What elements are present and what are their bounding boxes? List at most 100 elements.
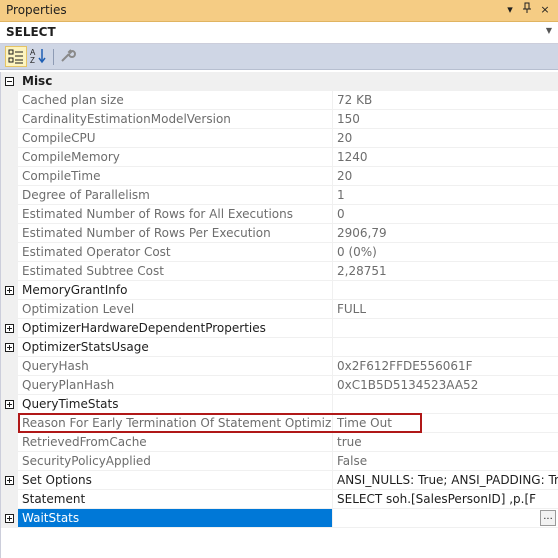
property-value[interactable]: 0 — [333, 205, 558, 224]
property-row[interactable]: Estimated Number of Rows Per Execution 29… — [1, 224, 558, 243]
property-value[interactable]: False — [333, 452, 558, 471]
property-value[interactable]: 150 — [333, 110, 558, 129]
property-value[interactable] — [333, 281, 558, 300]
window-titlebar: Properties ▾ × — [0, 0, 558, 22]
property-row[interactable]: CardinalityEstimationModelVersion 150 — [1, 110, 558, 129]
property-name[interactable]: RetrievedFromCache — [18, 433, 333, 452]
property-name[interactable]: MemoryGrantInfo — [18, 281, 333, 300]
property-value[interactable]: ANSI_NULLS: True; ANSI_PADDING: True; ..… — [333, 471, 558, 490]
property-value[interactable]: 0xC1B5D5134523AA52 — [333, 376, 558, 395]
pin-icon[interactable] — [520, 2, 534, 18]
window-title: Properties — [6, 3, 67, 17]
property-value[interactable]: 20 — [333, 167, 558, 186]
property-row[interactable]: CompileCPU 20 — [1, 129, 558, 148]
property-name[interactable]: QueryHash — [18, 357, 333, 376]
property-name[interactable]: WaitStats — [18, 509, 333, 528]
property-row[interactable]: Optimization Level FULL — [1, 300, 558, 319]
property-value[interactable]: 2,28751 — [333, 262, 558, 281]
property-name[interactable]: SecurityPolicyApplied — [18, 452, 333, 471]
property-name[interactable]: Reason For Early Termination Of Statemen… — [18, 414, 333, 433]
property-value[interactable]: 1240 — [333, 148, 558, 167]
expand-icon[interactable] — [5, 476, 14, 485]
property-name[interactable]: Set Options — [18, 471, 333, 490]
property-name[interactable]: Estimated Number of Rows for All Executi… — [18, 205, 333, 224]
property-name[interactable]: CompileCPU — [18, 129, 333, 148]
property-row[interactable]: SecurityPolicyApplied False — [1, 452, 558, 471]
property-row[interactable]: Cached plan size 72 KB — [1, 91, 558, 110]
properties-toolbar: A Z — [0, 44, 558, 70]
property-row[interactable]: Statement SELECT soh.[SalesPersonID] ,p.[… — [1, 490, 558, 509]
expand-icon[interactable] — [5, 343, 14, 352]
selected-object-label: SELECT — [6, 25, 56, 39]
close-icon[interactable]: × — [538, 2, 552, 18]
property-value[interactable] — [333, 395, 558, 414]
wrench-icon — [61, 49, 76, 62]
property-name[interactable]: Estimated Operator Cost — [18, 243, 333, 262]
property-value[interactable] — [333, 338, 558, 357]
property-value[interactable]: 72 KB — [333, 91, 558, 110]
alphabetical-icon: A Z — [30, 48, 46, 65]
property-name[interactable]: OptimizerHardwareDependentProperties — [18, 319, 333, 338]
expand-icon[interactable] — [5, 514, 14, 523]
property-name[interactable]: CompileTime — [18, 167, 333, 186]
chevron-down-icon[interactable]: ▼ — [546, 26, 552, 35]
ellipsis-button[interactable]: ... — [540, 510, 556, 526]
property-row[interactable]: CompileTime 20 — [1, 167, 558, 186]
property-row[interactable]: Estimated Number of Rows for All Executi… — [1, 205, 558, 224]
property-row[interactable]: RetrievedFromCache true — [1, 433, 558, 452]
property-value[interactable]: 1 — [333, 186, 558, 205]
row-gutter — [1, 452, 18, 471]
property-value[interactable] — [333, 319, 558, 338]
property-value[interactable]: true — [333, 433, 558, 452]
property-row[interactable]: WaitStats... — [1, 509, 558, 528]
property-row[interactable]: Set Options ANSI_NULLS: True; ANSI_PADDIN… — [1, 471, 558, 490]
property-row[interactable]: MemoryGrantInfo — [1, 281, 558, 300]
collapse-icon[interactable] — [5, 77, 14, 86]
property-name[interactable]: Degree of Parallelism — [18, 186, 333, 205]
property-value[interactable]: Time Out — [333, 414, 558, 433]
expand-icon[interactable] — [5, 286, 14, 295]
property-value[interactable]: 0 (0%) — [333, 243, 558, 262]
expand-icon[interactable] — [5, 400, 14, 409]
row-gutter — [1, 262, 18, 281]
expand-icon[interactable] — [5, 324, 14, 333]
property-row[interactable]: OptimizerStatsUsage — [1, 338, 558, 357]
property-grid: Misc Cached plan size 72 KB CardinalityEst… — [0, 72, 558, 558]
property-value[interactable]: SELECT soh.[SalesPersonID] ,p.[F — [333, 490, 558, 509]
property-name[interactable]: Optimization Level — [18, 300, 333, 319]
row-gutter — [1, 205, 18, 224]
property-name[interactable]: OptimizerStatsUsage — [18, 338, 333, 357]
property-row[interactable]: Estimated Subtree Cost 2,28751 — [1, 262, 558, 281]
property-name[interactable]: CardinalityEstimationModelVersion — [18, 110, 333, 129]
object-selector[interactable]: SELECT ▼ — [0, 22, 558, 44]
property-row[interactable]: Degree of Parallelism 1 — [1, 186, 558, 205]
alphabetical-button[interactable]: A Z — [28, 46, 50, 67]
row-gutter — [1, 186, 18, 205]
property-row[interactable]: QueryTimeStats — [1, 395, 558, 414]
window-position-menu-icon[interactable]: ▾ — [503, 2, 517, 18]
categorized-button[interactable] — [5, 46, 27, 67]
property-name[interactable]: QueryPlanHash — [18, 376, 333, 395]
property-name[interactable]: QueryTimeStats — [18, 395, 333, 414]
property-value[interactable] — [333, 509, 558, 528]
property-row[interactable]: QueryHash 0x2F612FFDE556061F — [1, 357, 558, 376]
categorized-icon — [8, 49, 23, 64]
property-pages-button[interactable] — [58, 46, 80, 67]
row-gutter — [1, 376, 18, 395]
category-row-misc[interactable]: Misc — [1, 72, 558, 91]
row-gutter — [1, 509, 18, 528]
property-row[interactable]: CompileMemory 1240 — [1, 148, 558, 167]
property-name[interactable]: Estimated Number of Rows Per Execution — [18, 224, 333, 243]
property-row[interactable]: Estimated Operator Cost 0 (0%) — [1, 243, 558, 262]
property-row[interactable]: Reason For Early Termination Of Statemen… — [1, 414, 558, 433]
property-value[interactable]: 0x2F612FFDE556061F — [333, 357, 558, 376]
property-value[interactable]: 2906,79 — [333, 224, 558, 243]
property-row[interactable]: OptimizerHardwareDependentProperties — [1, 319, 558, 338]
property-name[interactable]: Estimated Subtree Cost — [18, 262, 333, 281]
property-name[interactable]: CompileMemory — [18, 148, 333, 167]
property-name[interactable]: Statement — [18, 490, 333, 509]
property-value[interactable]: 20 — [333, 129, 558, 148]
property-name[interactable]: Cached plan size — [18, 91, 333, 110]
property-value[interactable]: FULL — [333, 300, 558, 319]
property-row[interactable]: QueryPlanHash 0xC1B5D5134523AA52 — [1, 376, 558, 395]
